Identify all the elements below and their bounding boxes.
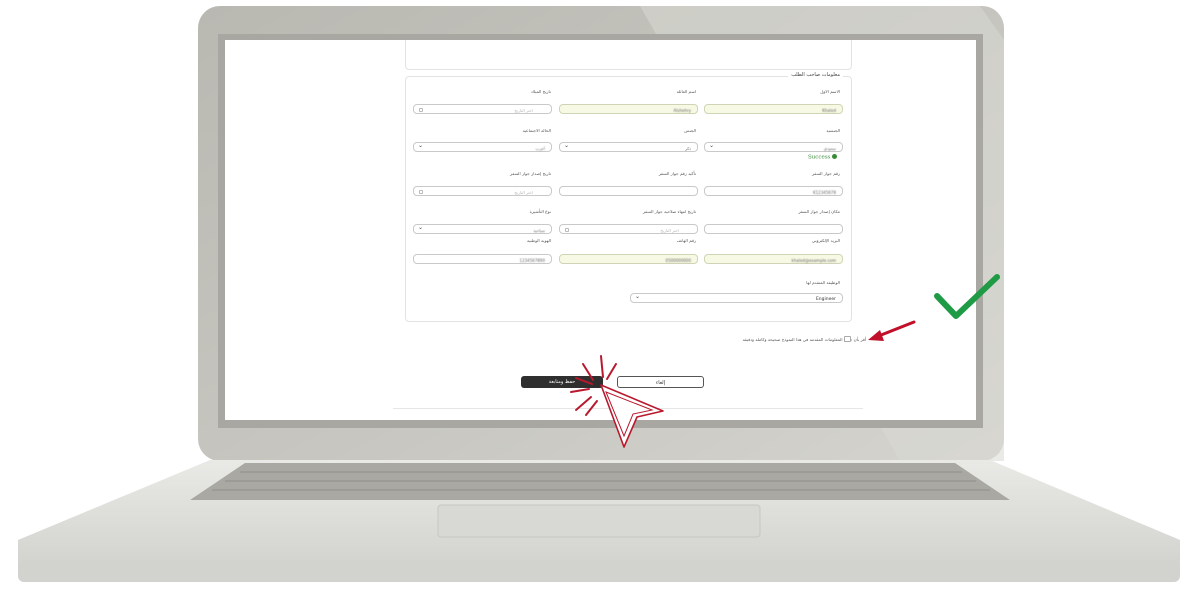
birth-date-field[interactable]: اختر التاريخ bbox=[413, 104, 552, 114]
trackpad bbox=[437, 504, 761, 538]
passport-number-field[interactable]: K12345678 bbox=[704, 186, 843, 196]
first-name-label: الاسم الاول bbox=[820, 89, 840, 94]
submit-button[interactable]: حفظ ومتابعة bbox=[521, 376, 603, 388]
check-circle-icon bbox=[832, 154, 838, 159]
cancel-button[interactable]: إلغاء bbox=[617, 376, 704, 388]
nationality-success: Success bbox=[808, 154, 838, 161]
calendar-icon bbox=[419, 107, 423, 112]
passport-issue-date-label: تاريخ إصدار جواز السفر bbox=[510, 171, 551, 176]
passport-issue-place-field[interactable] bbox=[704, 224, 843, 234]
passport-issue-date-field[interactable]: اختر التاريخ bbox=[413, 186, 552, 196]
first-name-field[interactable]: Khaled bbox=[704, 104, 843, 114]
family-name-label: اسم العائلة bbox=[676, 89, 696, 94]
previous-section-panel bbox=[405, 40, 852, 70]
family-name-field[interactable]: Alshehry bbox=[559, 104, 698, 114]
passport-expiry-label: تاريخ انتهاء صلاحية جواز السفر bbox=[642, 209, 696, 214]
email-label: البريد الإلكتروني bbox=[811, 238, 840, 243]
visa-type-label: نوع التأشيرة bbox=[529, 209, 551, 214]
passport-confirm-field[interactable] bbox=[559, 186, 698, 196]
occupation-label: الوظيفة المتقدم لها bbox=[806, 280, 840, 285]
phone-field[interactable]: 0500000000 bbox=[559, 254, 698, 264]
calendar-icon bbox=[565, 227, 569, 232]
section-title: معلومات صاحب الطلب bbox=[788, 73, 843, 78]
calendar-icon bbox=[419, 189, 423, 194]
national-id-label: الهوية الوطنية bbox=[527, 238, 551, 243]
chevron-down-icon: ⌄ bbox=[635, 293, 641, 300]
marital-status-label: الحالة الاجتماعية bbox=[522, 128, 551, 133]
national-id-field[interactable]: 1234567890 bbox=[413, 254, 552, 264]
laptop-mockup: معلومات صاحب الطلب الاسم الاول اسم العائ… bbox=[0, 0, 1199, 599]
passport-confirm-label: تأكيد رقم جواز السفر bbox=[658, 171, 696, 176]
passport-issue-place-label: مكان إصدار جواز السفر bbox=[798, 209, 840, 214]
screen: معلومات صاحب الطلب الاسم الاول اسم العائ… bbox=[225, 40, 976, 420]
occupation-select[interactable]: ⌄ Engineer bbox=[630, 293, 843, 303]
nationality-label: الجنسية bbox=[826, 128, 840, 133]
gender-label: الجنس bbox=[684, 128, 696, 133]
agreement-checkbox[interactable] bbox=[844, 336, 851, 342]
gender-select[interactable]: ⌄ ذكر bbox=[559, 142, 698, 152]
passport-expiry-date-field[interactable]: اختر التاريخ bbox=[559, 224, 698, 234]
chevron-down-icon: ⌄ bbox=[709, 142, 715, 149]
passport-number-label: رقم جواز السفر bbox=[811, 171, 840, 176]
base-front-edge bbox=[18, 560, 1180, 582]
chevron-down-icon: ⌄ bbox=[418, 224, 424, 231]
marital-status-select[interactable]: ⌄ أعزب bbox=[413, 142, 552, 152]
birth-date-label: تاريخ الميلاد bbox=[530, 89, 551, 94]
nationality-select[interactable]: ⌄ سعودي bbox=[704, 142, 843, 152]
phone-label: رقم الهاتف bbox=[676, 238, 696, 243]
form-card-bottom bbox=[393, 408, 863, 409]
visa-type-select[interactable]: ⌄ سياحية bbox=[413, 224, 552, 234]
success-text: Success bbox=[808, 154, 831, 161]
chevron-down-icon: ⌄ bbox=[564, 142, 570, 149]
chevron-down-icon: ⌄ bbox=[418, 142, 424, 149]
email-field[interactable]: khaled@example.com bbox=[704, 254, 843, 264]
